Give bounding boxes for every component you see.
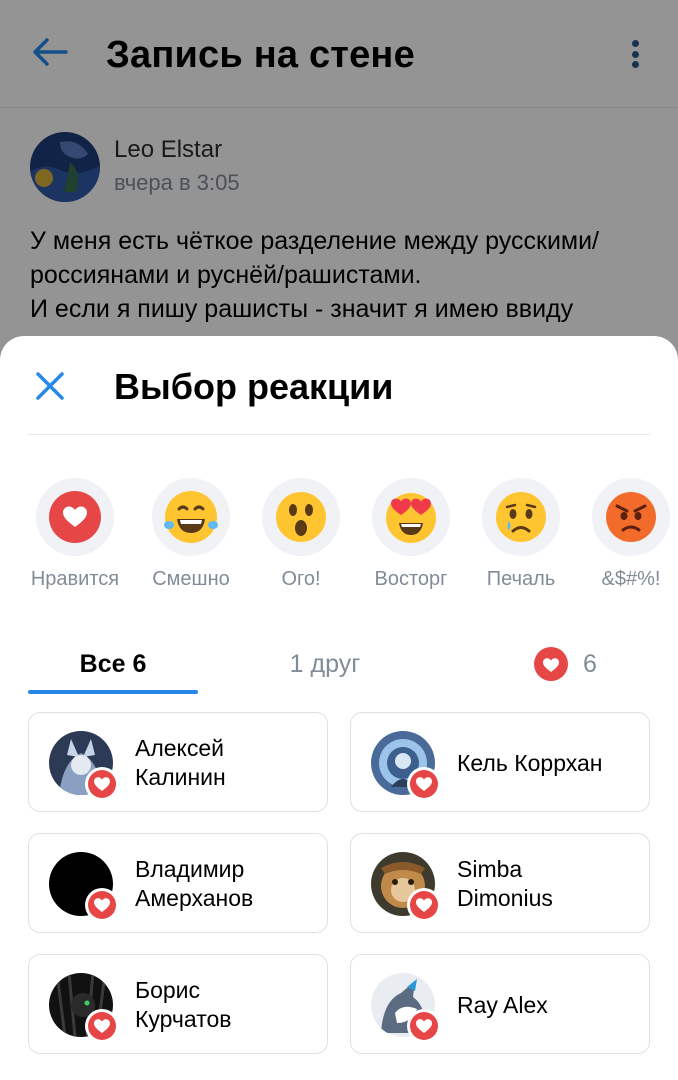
close-button[interactable]: [28, 364, 72, 408]
tab-likes[interactable]: 6: [510, 636, 620, 692]
crying-face-icon: [496, 492, 546, 542]
user-name: Алексей Калинин: [135, 713, 321, 813]
heart-icon: [94, 898, 110, 912]
user-name: Simba Dimonius: [457, 834, 643, 934]
reaction-angry[interactable]: &$#%!: [576, 478, 678, 598]
heart-icon: [534, 647, 569, 681]
angry-face-icon: [606, 492, 656, 542]
users-grid: Алексей Калинин Кель Коррхан Владимир Ам…: [28, 712, 650, 1054]
reactions-row: Нравится Смешно Ого! Восторг Печаль &$#%…: [0, 478, 678, 598]
user-name-line: Курчатов: [135, 1006, 232, 1032]
like-badge: [85, 767, 119, 801]
user-name-line: Dimonius: [457, 885, 553, 911]
user-name-line: Амерханов: [135, 885, 254, 911]
surprised-face-icon: [276, 492, 326, 542]
user-name-line: Борис: [135, 977, 201, 1003]
like-badge: [407, 888, 441, 922]
user-name-line: Алексей: [135, 735, 225, 761]
tab-friends[interactable]: 1 друг: [240, 636, 410, 692]
like-badge: [407, 767, 441, 801]
user-name-line: Ray Alex: [457, 991, 548, 1018]
reaction-like[interactable]: Нравится: [20, 478, 130, 598]
reaction-sad[interactable]: Печаль: [466, 478, 576, 598]
heart-eyes-face-icon: [386, 493, 436, 543]
user-name: Борис Курчатов: [135, 955, 321, 1055]
sheet-title: Выбор реакции: [114, 366, 394, 407]
user-name-line: Калинин: [135, 764, 226, 790]
reaction-label: Нравится: [30, 568, 120, 590]
user-name-line: Simba: [457, 856, 523, 882]
like-badge: [85, 1009, 119, 1043]
active-tab-indicator: [28, 690, 198, 694]
user-name-line: Владимир: [135, 856, 245, 882]
reaction-label: &$#%!: [601, 568, 661, 590]
user-name: Ray Alex: [457, 955, 643, 1055]
reaction-wow[interactable]: Ого!: [246, 478, 356, 598]
heart-icon: [94, 1019, 110, 1033]
reaction-tabs: Все 6 1 друг 6: [0, 636, 678, 696]
tab-likes-count: 6: [583, 649, 597, 678]
like-badge: [85, 888, 119, 922]
close-icon: [36, 372, 64, 400]
reactions-sheet: Выбор реакции Нравится Смешно Ого! Восто…: [0, 336, 678, 1080]
divider: [28, 434, 650, 435]
user-card[interactable]: Борис Курчатов: [28, 954, 328, 1054]
heart-icon: [94, 777, 110, 791]
user-card[interactable]: Ray Alex: [350, 954, 650, 1054]
heart-reaction-icon: [49, 491, 101, 543]
tab-all[interactable]: Все 6: [28, 636, 198, 692]
laughing-face-icon: [164, 491, 218, 543]
like-badge: [407, 1009, 441, 1043]
user-name-line: Кель Коррхан: [457, 749, 603, 776]
heart-icon: [416, 1019, 432, 1033]
user-card[interactable]: Владимир Амерханов: [28, 833, 328, 933]
user-card[interactable]: Simba Dimonius: [350, 833, 650, 933]
reaction-delight[interactable]: Восторг: [356, 478, 466, 598]
user-name: Владимир Амерханов: [135, 834, 321, 934]
user-card[interactable]: Кель Коррхан: [350, 712, 650, 812]
user-name: Кель Коррхан: [457, 713, 643, 813]
reaction-funny[interactable]: Смешно: [136, 478, 246, 598]
heart-icon: [416, 777, 432, 791]
heart-icon: [416, 898, 432, 912]
user-card[interactable]: Алексей Калинин: [28, 712, 328, 812]
